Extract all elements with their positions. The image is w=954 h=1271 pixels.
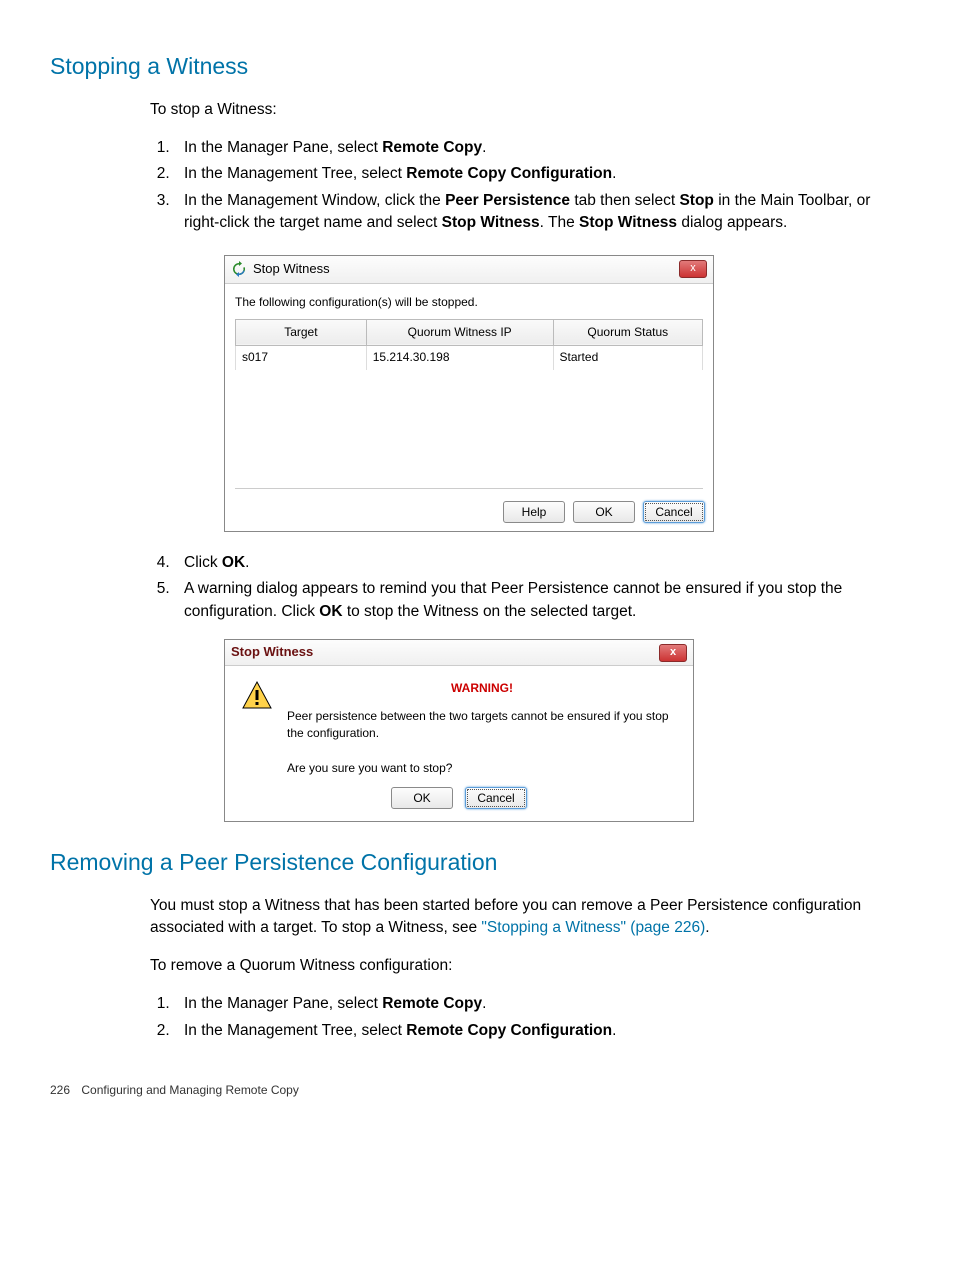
- page-footer: 226 Configuring and Managing Remote Copy: [50, 1082, 904, 1099]
- ok-button[interactable]: OK: [391, 787, 453, 809]
- refresh-icon: [231, 261, 247, 277]
- step-5: A warning dialog appears to remind you t…: [174, 578, 904, 822]
- removing-lead: To remove a Quorum Witness configuration…: [150, 955, 904, 977]
- step-3: In the Management Window, click the Peer…: [174, 190, 904, 532]
- cell-status: Started: [553, 346, 702, 370]
- intro-text: To stop a Witness:: [150, 99, 904, 121]
- steps-list-1: In the Manager Pane, select Remote Copy.…: [150, 137, 904, 822]
- chapter-title: Configuring and Managing Remote Copy: [81, 1083, 298, 1097]
- warning-titlebar: Stop Witness x: [225, 640, 693, 666]
- cancel-button[interactable]: Cancel: [465, 787, 527, 809]
- page-number: 226: [50, 1082, 70, 1099]
- xref-stopping-witness[interactable]: "Stopping a Witness" (page 226): [481, 919, 705, 936]
- step-1: In the Manager Pane, select Remote Copy.: [174, 137, 904, 159]
- warning-icon: [241, 680, 273, 712]
- table-row[interactable]: s017 15.214.30.198 Started: [236, 346, 703, 370]
- cell-target: s017: [236, 346, 367, 370]
- ok-button[interactable]: OK: [573, 501, 635, 523]
- dialog-title: Stop Witness: [253, 260, 330, 279]
- removing-intro: You must stop a Witness that has been st…: [150, 895, 904, 940]
- col-quorum-status[interactable]: Quorum Status: [553, 319, 702, 345]
- config-table: Target Quorum Witness IP Quorum Status s…: [235, 319, 703, 370]
- col-quorum-ip[interactable]: Quorum Witness IP: [366, 319, 553, 345]
- cancel-button[interactable]: Cancel: [643, 501, 705, 523]
- warning-title: Stop Witness: [231, 643, 313, 662]
- warning-line1: Peer persistence between the two targets…: [287, 708, 677, 743]
- dialog-titlebar: Stop Witness x: [225, 256, 713, 284]
- cell-ip: 15.214.30.198: [366, 346, 553, 370]
- close-button[interactable]: x: [659, 644, 687, 662]
- close-button[interactable]: x: [679, 260, 707, 278]
- steps-list-2: In the Manager Pane, select Remote Copy.…: [150, 993, 904, 1042]
- step-2: In the Management Tree, select Remote Co…: [174, 163, 904, 185]
- warning-dialog: Stop Witness x WARNING! Peer persistence…: [224, 639, 694, 822]
- warning-heading: WARNING!: [287, 680, 677, 697]
- col-target[interactable]: Target: [236, 319, 367, 345]
- help-button[interactable]: Help: [503, 501, 565, 523]
- section-heading-removing-config: Removing a Peer Persistence Configuratio…: [50, 846, 904, 879]
- dialog-message: The following configuration(s) will be s…: [235, 294, 703, 311]
- step-2: In the Management Tree, select Remote Co…: [174, 1020, 904, 1042]
- section-heading-stopping-witness: Stopping a Witness: [50, 50, 904, 83]
- step-4: Click OK.: [174, 552, 904, 574]
- warning-line2: Are you sure you want to stop?: [287, 760, 677, 777]
- stop-witness-dialog: Stop Witness x The following configurati…: [224, 255, 714, 532]
- step-1: In the Manager Pane, select Remote Copy.: [174, 993, 904, 1015]
